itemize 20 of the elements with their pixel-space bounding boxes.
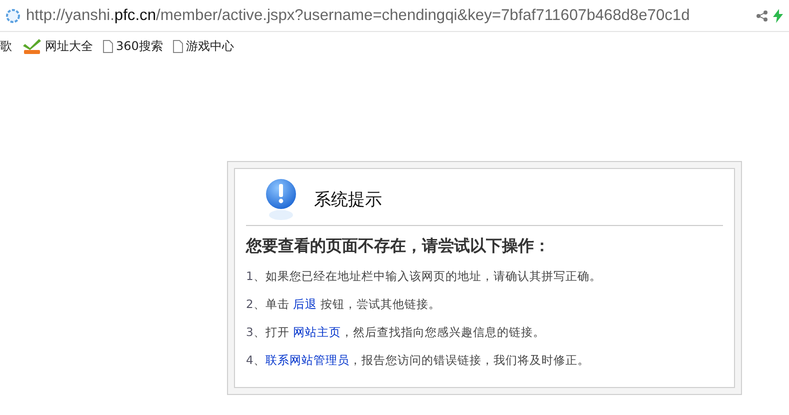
step-text: 2、单击 后退 按钮，尝试其他链接。 [246,297,442,312]
step-text: 1、如果您已经在地址栏中输入该网页的地址，请确认其拼写正确。 [246,269,602,284]
hao-logo-icon [22,38,42,54]
link[interactable]: 联系网站管理员 [265,353,350,367]
address-field[interactable]: http://yanshi.pfc.cn/member/active.jspx?username=chendingqi&key=7bfaf711607b468d8e70c1d [26,6,751,24]
notice-title: 系统提示 [314,188,382,210]
step-text: 4、联系网站管理员，报告您访问的错误链接，我们将及时修正。 [246,353,590,368]
bookmark-item[interactable]: 游戏中心 [172,38,234,54]
info-icon [264,177,298,221]
step-text: 3、打开 网站主页，然后查找指向您感兴趣信息的链接。 [246,325,546,340]
bookmark-item[interactable]: 歌 [0,38,12,54]
page-icon [103,40,113,52]
lightning-icon[interactable] [773,8,783,22]
bookmark-item[interactable]: 360搜索 [103,38,163,54]
bookmark-item[interactable]: 网址大全 [22,38,93,54]
link[interactable]: 后退 [292,297,317,311]
notice-heading: 您要查看的页面不存在，请尝试以下操作： [246,236,551,257]
page-icon [172,40,183,52]
share-icon[interactable] [756,10,768,22]
link[interactable]: 网站主页 [292,325,341,339]
